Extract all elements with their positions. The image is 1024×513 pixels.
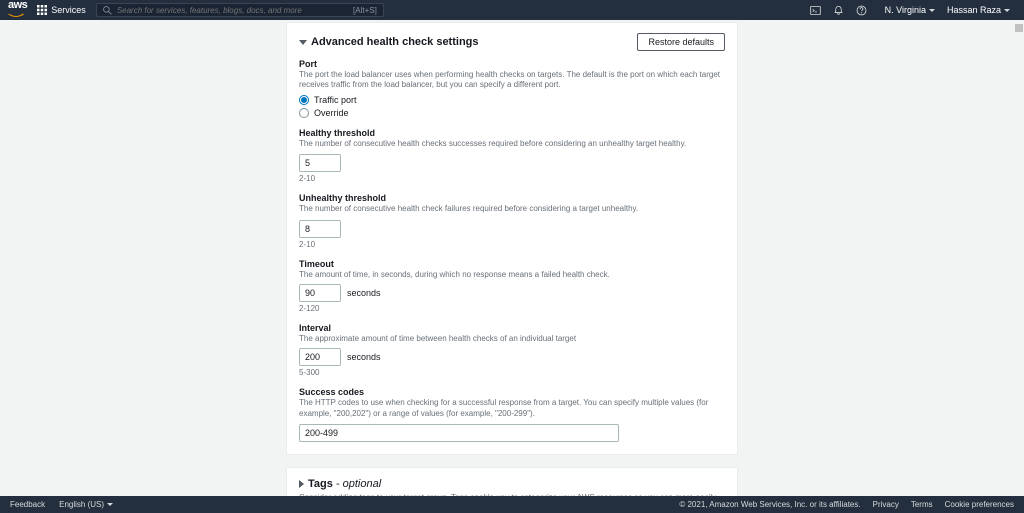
- cookie-preferences-link[interactable]: Cookie preferences: [945, 500, 1014, 509]
- panel-title-text: Advanced health check settings: [311, 36, 479, 48]
- services-label: Services: [51, 5, 86, 15]
- caret-down-icon: [1004, 9, 1010, 12]
- unhealthy-threshold-field: Unhealthy threshold The number of consec…: [299, 193, 725, 248]
- port-radio-override[interactable]: Override: [299, 108, 725, 118]
- interval-hint: 5-300: [299, 368, 725, 377]
- bell-icon[interactable]: [833, 5, 844, 16]
- search-icon: [103, 6, 112, 15]
- help-icon[interactable]: [856, 5, 867, 16]
- search-input[interactable]: [117, 6, 353, 15]
- success-codes-input[interactable]: [299, 424, 619, 442]
- success-desc: The HTTP codes to use when checking for …: [299, 398, 725, 419]
- user-menu[interactable]: Hassan Raza: [941, 5, 1016, 15]
- timeout-label: Timeout: [299, 259, 725, 269]
- port-desc: The port the load balancer uses when per…: [299, 70, 725, 91]
- timeout-input[interactable]: [299, 284, 341, 302]
- expander-icon[interactable]: [299, 480, 304, 488]
- search-wrap[interactable]: [Alt+S]: [96, 3, 384, 17]
- radio-icon[interactable]: [299, 108, 309, 118]
- caret-down-icon: [107, 503, 113, 506]
- timeout-field: Timeout The amount of time, in seconds, …: [299, 259, 725, 313]
- healthy-label: Healthy threshold: [299, 128, 725, 138]
- privacy-link[interactable]: Privacy: [873, 500, 899, 509]
- success-codes-field: Success codes The HTTP codes to use when…: [299, 387, 725, 442]
- healthy-threshold-input[interactable]: [299, 154, 341, 172]
- success-label: Success codes: [299, 387, 725, 397]
- feedback-link[interactable]: Feedback: [10, 500, 45, 509]
- unhealthy-hint: 2-10: [299, 240, 725, 249]
- language-label: English (US): [59, 500, 104, 509]
- port-field: Port The port the load balancer uses whe…: [299, 59, 725, 118]
- region-selector[interactable]: N. Virginia: [879, 5, 941, 15]
- interval-unit: seconds: [347, 352, 381, 362]
- user-label: Hassan Raza: [947, 5, 1001, 15]
- panel-title: Advanced health check settings: [299, 36, 479, 48]
- aws-logo[interactable]: aws: [8, 0, 27, 21]
- timeout-desc: The amount of time, in seconds, during w…: [299, 270, 725, 280]
- tags-optional: - optional: [333, 478, 381, 490]
- expander-icon[interactable]: [299, 40, 307, 45]
- region-label: N. Virginia: [885, 5, 926, 15]
- services-button[interactable]: Services: [37, 5, 86, 15]
- interval-label: Interval: [299, 323, 725, 333]
- cloudshell-icon[interactable]: [810, 5, 821, 16]
- timeout-unit: seconds: [347, 288, 381, 298]
- caret-down-icon: [929, 9, 935, 12]
- restore-defaults-button[interactable]: Restore defaults: [637, 33, 725, 51]
- unhealthy-desc: The number of consecutive health check f…: [299, 204, 725, 214]
- content: Advanced health check settings Restore d…: [0, 20, 1024, 496]
- override-label: Override: [314, 108, 349, 118]
- radio-icon[interactable]: [299, 95, 309, 105]
- interval-desc: The approximate amount of time between h…: [299, 334, 725, 344]
- timeout-hint: 2-120: [299, 304, 725, 313]
- footer: Feedback English (US) © 2021, Amazon Web…: [0, 496, 1024, 513]
- unhealthy-threshold-input[interactable]: [299, 220, 341, 238]
- traffic-port-label: Traffic port: [314, 95, 357, 105]
- footer-copyright: © 2021, Amazon Web Services, Inc. or its…: [679, 500, 860, 509]
- search-hint: [Alt+S]: [353, 6, 377, 15]
- healthy-threshold-field: Healthy threshold The number of consecut…: [299, 128, 725, 183]
- interval-input[interactable]: [299, 348, 341, 366]
- advanced-health-check-panel: Advanced health check settings Restore d…: [286, 22, 738, 455]
- healthy-desc: The number of consecutive health checks …: [299, 139, 725, 149]
- tags-title-row: Tags - optional: [299, 478, 725, 490]
- tags-title: Tags: [308, 478, 333, 490]
- aws-smile-icon: [8, 13, 24, 19]
- top-nav: aws Services [Alt+S] N. Virginia Hassan …: [0, 0, 1024, 20]
- grid-icon: [37, 5, 47, 15]
- port-label: Port: [299, 59, 725, 69]
- unhealthy-label: Unhealthy threshold: [299, 193, 725, 203]
- tags-panel: Tags - optional Consider adding tags to …: [286, 467, 738, 496]
- healthy-hint: 2-10: [299, 174, 725, 183]
- terms-link[interactable]: Terms: [911, 500, 933, 509]
- aws-logo-text: aws: [8, 0, 27, 11]
- port-radio-traffic[interactable]: Traffic port: [299, 95, 725, 105]
- interval-field: Interval The approximate amount of time …: [299, 323, 725, 377]
- language-selector[interactable]: English (US): [59, 500, 113, 509]
